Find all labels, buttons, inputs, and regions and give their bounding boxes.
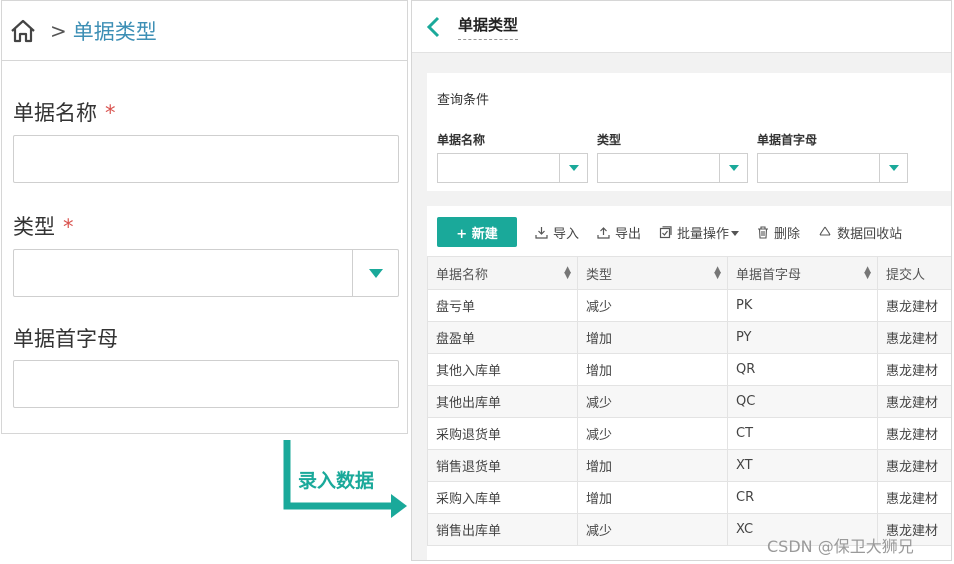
caret-down-icon[interactable]	[719, 154, 747, 182]
doc-name-label: 单据名称 *	[13, 101, 116, 125]
query-label-initials: 单据首字母	[757, 133, 818, 147]
column-header-submitter[interactable]: 提交人	[877, 256, 951, 290]
table-cell: 增加	[577, 321, 728, 354]
trash-icon	[757, 225, 769, 239]
table-row[interactable]: 盘盈单 增加 PY 惠龙建材	[427, 321, 951, 354]
table-cell: 盘亏单	[427, 289, 578, 322]
table-cell: PY	[727, 321, 878, 354]
table-cell: 惠龙建材	[877, 449, 951, 482]
table-cell: CR	[727, 481, 878, 514]
table-row[interactable]: 盘亏单 减少 PK 惠龙建材	[427, 289, 951, 322]
entry-form-panel: > 单据类型 单据名称 * 类型 * 单据首字母	[1, 0, 408, 434]
table-row[interactable]: 其他入库单 增加 QR 惠龙建材	[427, 353, 951, 386]
doc-type-list-panel: 单据类型 查询条件 单据名称 类型 单据首字母 + 新建 导入 导出 批量操作 …	[411, 0, 952, 561]
table-row[interactable]: 其他出库单 减少 QC 惠龙建材	[427, 385, 951, 418]
export-icon	[597, 226, 610, 239]
batch-icon	[659, 225, 672, 239]
table-cell: 其他出库单	[427, 385, 578, 418]
required-mark: *	[105, 101, 116, 125]
caret-down-icon[interactable]	[879, 154, 907, 182]
table-cell: 惠龙建材	[877, 321, 951, 354]
caret-down-icon	[731, 225, 740, 240]
panel-header: 单据类型	[412, 1, 951, 53]
batch-actions-dropdown[interactable]: 批量操作	[659, 223, 740, 242]
table-cell: 销售退货单	[427, 449, 578, 482]
recycle-bin-button[interactable]: 数据回收站	[818, 223, 902, 242]
table-cell: 惠龙建材	[877, 417, 951, 450]
doc-name-input[interactable]	[13, 135, 399, 183]
query-conditions: 查询条件 单据名称 类型 单据首字母	[427, 73, 951, 191]
back-chevron-icon[interactable]	[418, 12, 448, 42]
table-cell: 增加	[577, 481, 728, 514]
table-cell: 惠龙建材	[877, 289, 951, 322]
table-cell: XT	[727, 449, 878, 482]
table-cell: 减少	[577, 289, 728, 322]
breadcrumb-current[interactable]: 单据类型	[73, 16, 157, 46]
query-label-doc-name: 单据名称	[437, 133, 486, 147]
column-header-type[interactable]: 类型 ▲ ▼	[577, 256, 728, 290]
table-cell: 减少	[577, 513, 728, 546]
page-title: 单据类型	[458, 14, 519, 40]
query-select-type[interactable]	[597, 153, 748, 183]
query-select-initials[interactable]	[757, 153, 908, 183]
recycle-icon	[818, 226, 832, 239]
required-mark: *	[63, 215, 74, 239]
table-cell: QC	[727, 385, 878, 418]
table-cell: 减少	[577, 417, 728, 450]
table-cell: CT	[727, 417, 878, 450]
toolbar: + 新建 导入 导出 批量操作 删除 数据回收站	[437, 217, 902, 247]
sort-icon[interactable]: ▲ ▼	[564, 266, 571, 281]
table-cell: PK	[727, 289, 878, 322]
query-select-doc-name[interactable]	[437, 153, 588, 183]
sort-icon[interactable]: ▲ ▼	[714, 266, 721, 281]
export-button[interactable]: 导出	[597, 223, 641, 242]
doc-type-table: 单据名称 ▲ ▼ 类型 ▲ ▼ 单据首字母 ▲ ▼ 提交人 盘亏单 减少 PK 惠龙建材 盘盈单 增加…	[427, 256, 951, 546]
table-cell: 采购入库单	[427, 481, 578, 514]
breadcrumb: > 单据类型	[2, 1, 407, 61]
table-cell: QR	[727, 353, 878, 386]
table-cell: 其他入库单	[427, 353, 578, 386]
home-icon[interactable]	[8, 16, 38, 46]
table-row[interactable]: 采购退货单 减少 CT 惠龙建材	[427, 417, 951, 450]
caret-down-icon[interactable]	[352, 250, 398, 296]
new-button[interactable]: + 新建	[437, 217, 517, 247]
table-cell: 惠龙建材	[877, 481, 951, 514]
doc-type-list: + 新建 导入 导出 批量操作 删除 数据回收站 单据名称 ▲ ▼ 类型 ▲ ▼…	[427, 206, 951, 560]
initials-input[interactable]	[13, 360, 399, 408]
delete-button[interactable]: 删除	[757, 223, 800, 242]
table-cell: 盘盈单	[427, 321, 578, 354]
table-cell: 惠龙建材	[877, 353, 951, 386]
caret-down-icon[interactable]	[559, 154, 587, 182]
query-label-type: 类型	[597, 133, 622, 147]
initials-label: 单据首字母	[13, 327, 118, 351]
column-header-initials[interactable]: 单据首字母 ▲ ▼	[727, 256, 878, 290]
table-cell: 采购退货单	[427, 417, 578, 450]
table-cell: 销售出库单	[427, 513, 578, 546]
query-title: 查询条件	[437, 93, 490, 108]
watermark: CSDN @保卫大狮兄	[767, 537, 914, 556]
import-button[interactable]: 导入	[535, 223, 579, 242]
import-icon	[535, 226, 548, 239]
table-cell: 减少	[577, 385, 728, 418]
column-header-doc-name[interactable]: 单据名称 ▲ ▼	[427, 256, 578, 290]
table-cell: 增加	[577, 353, 728, 386]
breadcrumb-separator: >	[50, 18, 67, 43]
table-cell: 惠龙建材	[877, 385, 951, 418]
table-row[interactable]: 采购入库单 增加 CR 惠龙建材	[427, 481, 951, 514]
sort-icon[interactable]: ▲ ▼	[864, 266, 871, 281]
table-row[interactable]: 销售退货单 增加 XT 惠龙建材	[427, 449, 951, 482]
type-label: 类型 *	[13, 215, 74, 239]
table-header-row: 单据名称 ▲ ▼ 类型 ▲ ▼ 单据首字母 ▲ ▼ 提交人	[427, 256, 951, 290]
type-select[interactable]	[13, 249, 399, 297]
annotation-label: 录入数据	[298, 470, 375, 492]
table-cell: 增加	[577, 449, 728, 482]
